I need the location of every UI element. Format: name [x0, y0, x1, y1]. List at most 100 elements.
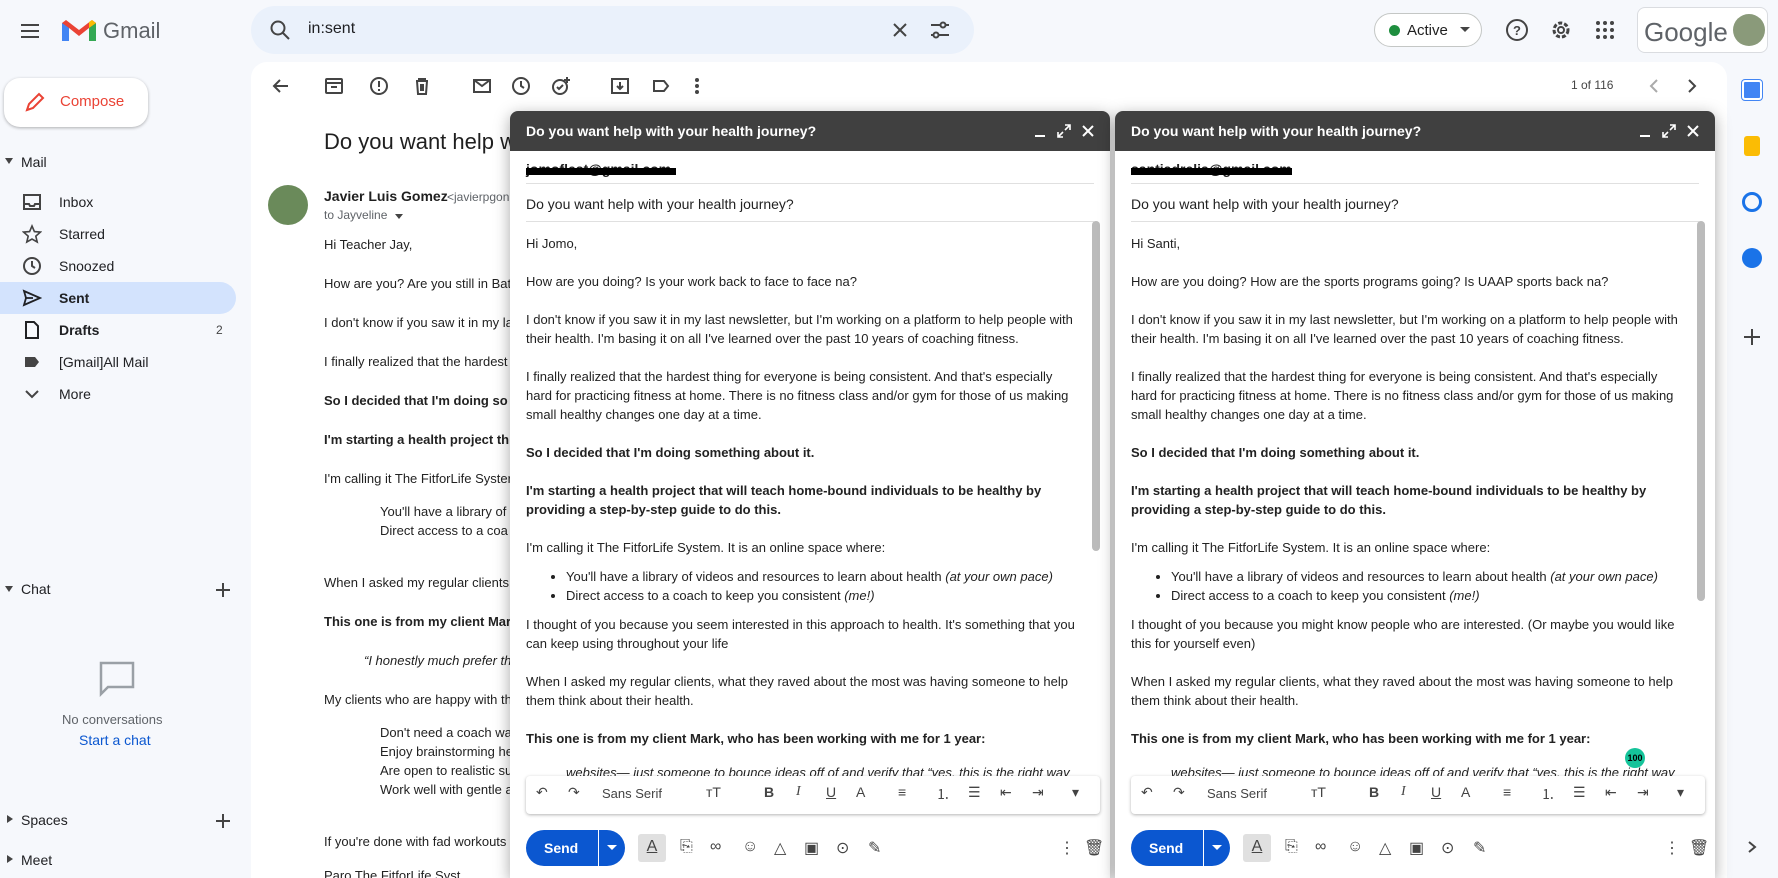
calendar-icon[interactable] — [1742, 80, 1762, 100]
add-space-icon[interactable] — [214, 812, 232, 830]
send-options-button[interactable] — [599, 830, 625, 866]
meet-section-header[interactable]: Meet — [0, 850, 236, 872]
more-options-icon[interactable] — [687, 76, 707, 96]
keep-icon[interactable] — [1744, 136, 1760, 156]
undo-icon[interactable]: ↶ — [1141, 784, 1153, 801]
send-button[interactable]: Send — [526, 830, 598, 866]
insert-photo-icon[interactable]: ▣ — [804, 838, 819, 858]
redo-icon[interactable]: ↷ — [1173, 784, 1185, 801]
fullscreen-icon[interactable] — [1057, 124, 1071, 138]
align-icon[interactable]: ≡ — [1503, 784, 1511, 800]
sidebar-item-starred[interactable]: Starred — [0, 218, 236, 250]
search-input[interactable]: in:sent — [308, 20, 355, 38]
chat-section-header[interactable]: Chat — [0, 579, 236, 601]
apps-grid-icon[interactable] — [1592, 17, 1618, 43]
confidential-mode-icon[interactable]: ⊙ — [836, 838, 849, 858]
back-arrow-icon[interactable] — [270, 76, 290, 96]
sidebar-item-sent[interactable]: Sent — [0, 282, 236, 314]
emoji-icon[interactable]: ☺ — [742, 838, 758, 856]
add-chat-icon[interactable] — [214, 581, 232, 599]
snooze-clock-icon[interactable] — [511, 76, 531, 96]
undo-icon[interactable]: ↶ — [536, 784, 548, 801]
sidebar-item-inbox[interactable]: Inbox — [0, 186, 236, 218]
label-tag-icon[interactable] — [651, 76, 671, 96]
discard-trash-icon[interactable]: 🗑 — [1084, 838, 1104, 858]
text-color-icon[interactable]: A — [1461, 784, 1470, 800]
attach-file-icon[interactable]: ⎘ — [1285, 838, 1298, 856]
drive-icon[interactable]: △ — [1379, 838, 1391, 858]
fullscreen-icon[interactable] — [1662, 124, 1676, 138]
indent-more-icon[interactable]: ⇥ — [1032, 784, 1044, 801]
more-options-icon[interactable]: ⋮ — [1059, 838, 1075, 858]
discard-trash-icon[interactable]: 🗑 — [1689, 838, 1709, 858]
tasks-icon[interactable] — [1742, 192, 1762, 212]
help-icon[interactable]: ? — [1504, 17, 1530, 43]
bulleted-list-icon[interactable]: ☰ — [1573, 784, 1586, 801]
send-button[interactable]: Send — [1131, 830, 1203, 866]
font-family-select[interactable]: Sans Serif — [602, 786, 662, 801]
close-icon[interactable] — [1081, 124, 1095, 138]
bulleted-list-icon[interactable]: ☰ — [968, 784, 981, 801]
newer-chevron-icon[interactable] — [1644, 76, 1664, 96]
font-size-icon[interactable]: тT — [706, 784, 721, 800]
scrollbar[interactable] — [1092, 221, 1100, 551]
send-options-button[interactable] — [1204, 830, 1230, 866]
indent-less-icon[interactable]: ⇤ — [1605, 784, 1617, 801]
align-icon[interactable]: ≡ — [898, 784, 906, 800]
to-field[interactable]: santiadrelia@gmail.com — [1131, 151, 1699, 184]
sidebar-item-snoozed[interactable]: Snoozed — [0, 250, 236, 282]
scrollbar[interactable] — [1697, 221, 1705, 601]
attach-file-icon[interactable]: ⎘ — [680, 838, 693, 856]
compose-header[interactable]: Do you want help with your health journe… — [510, 111, 1110, 151]
search-icon[interactable] — [268, 18, 292, 42]
contacts-icon[interactable] — [1742, 248, 1762, 268]
more-formatting-icon[interactable]: ▾ — [1677, 784, 1684, 801]
bold-icon[interactable]: B — [764, 784, 774, 800]
status-selector[interactable]: Active — [1374, 13, 1482, 47]
formatting-options-icon[interactable]: A — [1243, 834, 1271, 862]
underline-icon[interactable]: U — [826, 784, 836, 800]
indent-more-icon[interactable]: ⇥ — [1637, 784, 1649, 801]
font-family-select[interactable]: Sans Serif — [1207, 786, 1267, 801]
underline-icon[interactable]: U — [1431, 784, 1441, 800]
to-field[interactable]: jomoflest@gmail.com — [526, 151, 1094, 184]
grammar-badge[interactable]: 100 — [1625, 748, 1645, 768]
clear-search-icon[interactable] — [888, 18, 912, 42]
add-task-icon[interactable] — [551, 76, 571, 96]
italic-icon[interactable]: I — [796, 784, 801, 800]
message-body-editor[interactable]: Hi Santi, How are you doing? How are the… — [1131, 234, 1681, 794]
sidebar-item-more[interactable]: More — [0, 378, 236, 410]
drive-icon[interactable]: △ — [774, 838, 786, 858]
message-body-editor[interactable]: Hi Jomo, How are you doing? Is your work… — [526, 234, 1076, 794]
text-color-icon[interactable]: A — [856, 784, 865, 800]
account-switcher[interactable]: Google — [1637, 7, 1768, 53]
recipient-line[interactable]: to Jayveline — [324, 208, 403, 222]
redo-icon[interactable]: ↷ — [568, 784, 580, 801]
insert-photo-icon[interactable]: ▣ — [1409, 838, 1424, 858]
subject-field[interactable]: Do you want help with your health journe… — [526, 184, 1094, 222]
minimize-icon[interactable] — [1638, 125, 1652, 139]
search-bar[interactable] — [251, 6, 974, 54]
confidential-mode-icon[interactable]: ⊙ — [1441, 838, 1454, 858]
compose-header[interactable]: Do you want help with your health journe… — [1115, 111, 1715, 151]
signature-icon[interactable]: ✎ — [1473, 838, 1486, 858]
numbered-list-icon[interactable]: ⒈ — [936, 784, 950, 804]
emoji-icon[interactable]: ☺ — [1347, 838, 1363, 856]
settings-gear-icon[interactable] — [1548, 17, 1574, 43]
search-options-icon[interactable] — [928, 18, 952, 42]
bold-icon[interactable]: B — [1369, 784, 1379, 800]
mail-section-header[interactable]: Mail — [0, 151, 236, 173]
numbered-list-icon[interactable]: ⒈ — [1541, 784, 1555, 804]
insert-link-icon[interactable]: ∞ — [710, 838, 721, 856]
archive-icon[interactable] — [324, 76, 344, 96]
indent-less-icon[interactable]: ⇤ — [1000, 784, 1012, 801]
subject-field[interactable]: Do you want help with your health journe… — [1131, 184, 1699, 222]
formatting-options-icon[interactable]: A — [638, 834, 666, 862]
more-formatting-icon[interactable]: ▾ — [1072, 784, 1079, 801]
move-to-icon[interactable] — [610, 76, 630, 96]
minimize-icon[interactable] — [1033, 125, 1047, 139]
insert-link-icon[interactable]: ∞ — [1315, 838, 1326, 856]
spaces-section-header[interactable]: Spaces — [0, 810, 236, 832]
delete-trash-icon[interactable] — [412, 76, 432, 96]
older-chevron-icon[interactable] — [1682, 76, 1702, 96]
